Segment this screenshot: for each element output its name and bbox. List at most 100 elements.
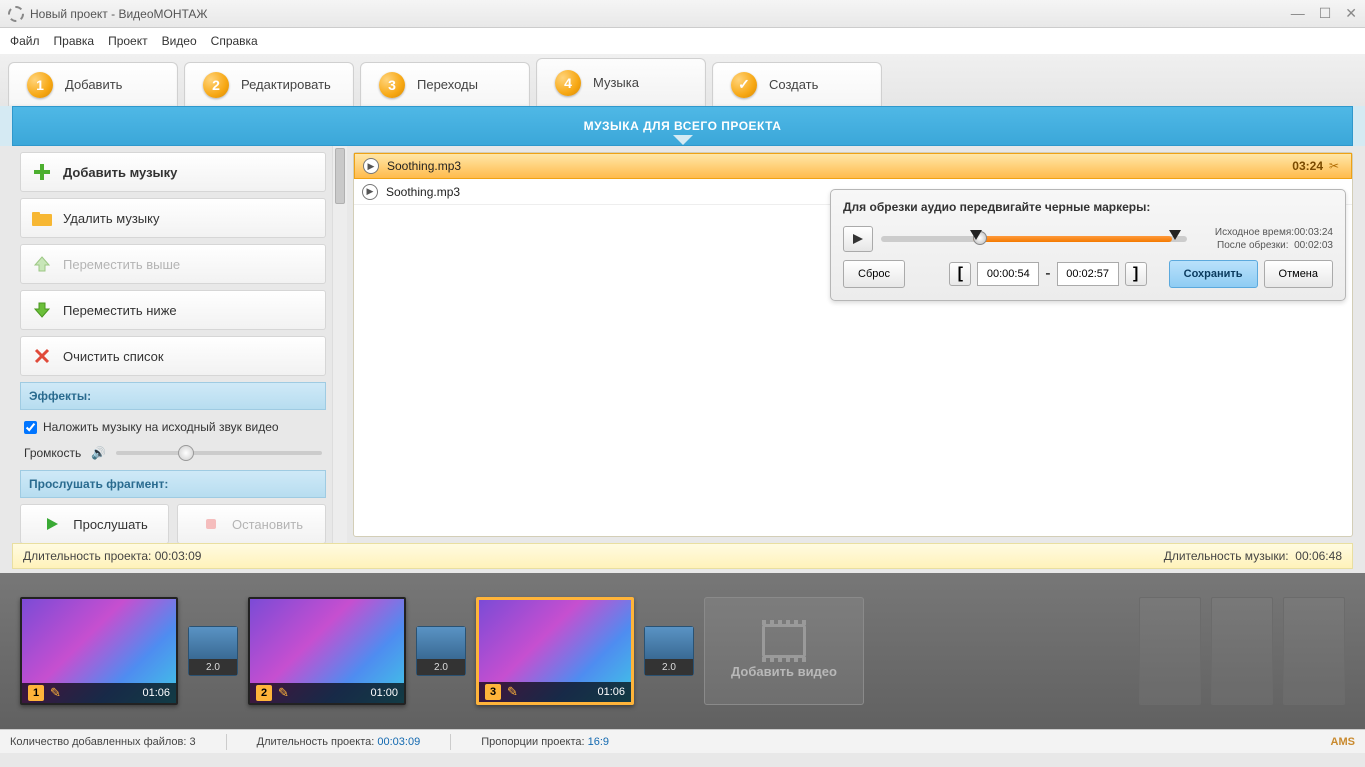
tab-label: Добавить bbox=[65, 77, 122, 92]
tab-label: Переходы bbox=[417, 77, 478, 92]
trim-play-button[interactable] bbox=[843, 226, 873, 252]
stop-icon bbox=[200, 513, 222, 535]
track-duration: 03:24 bbox=[1292, 159, 1323, 173]
section-banner: МУЗЫКА ДЛЯ ВСЕГО ПРОЕКТА bbox=[12, 106, 1353, 146]
effects-header: Эффекты: bbox=[20, 382, 326, 410]
play-track-icon[interactable]: ▶ bbox=[362, 184, 378, 200]
volume-row: Громкость 🔊 bbox=[20, 442, 326, 470]
step-badge: 1 bbox=[27, 72, 53, 98]
close-button[interactable]: ✕ bbox=[1345, 5, 1357, 22]
button-label: Прослушать bbox=[73, 517, 148, 532]
button-label: Удалить музыку bbox=[63, 211, 159, 226]
folder-icon bbox=[31, 207, 53, 229]
trim-marker-start[interactable] bbox=[970, 230, 982, 240]
plus-icon bbox=[31, 161, 53, 183]
trim-marker-end[interactable] bbox=[1169, 230, 1181, 240]
menu-edit[interactable]: Правка bbox=[54, 34, 95, 48]
button-label: Переместить ниже bbox=[63, 303, 177, 318]
tab-transitions[interactable]: 3 Переходы bbox=[360, 62, 530, 106]
dash: - bbox=[1045, 265, 1050, 283]
timeline-transition[interactable]: 2.0 bbox=[188, 626, 238, 676]
minimize-button[interactable]: — bbox=[1291, 5, 1305, 22]
pencil-icon: ✎ bbox=[507, 684, 518, 700]
add-video-button[interactable]: Добавить видео bbox=[704, 597, 864, 705]
menu-project[interactable]: Проект bbox=[108, 34, 148, 48]
step-badge: 2 bbox=[203, 72, 229, 98]
button-label: Очистить список bbox=[63, 349, 164, 364]
track-row[interactable]: ▶ Soothing.mp3 03:24 ✂ bbox=[354, 153, 1352, 179]
arrow-up-icon bbox=[31, 253, 53, 275]
trim-cancel-button[interactable]: Отмена bbox=[1264, 260, 1333, 288]
step-tabs: 1 Добавить 2 Редактировать 3 Переходы 4 … bbox=[0, 54, 1365, 106]
step-badge: 3 bbox=[379, 72, 405, 98]
timeline-transition[interactable]: 2.0 bbox=[416, 626, 466, 676]
tab-add[interactable]: 1 Добавить bbox=[8, 62, 178, 106]
sidebar: Добавить музыку Удалить музыку Перемести… bbox=[12, 146, 347, 543]
menu-video[interactable]: Видео bbox=[162, 34, 197, 48]
bracket-right-icon[interactable]: ] bbox=[1125, 262, 1147, 286]
play-track-icon[interactable]: ▶ bbox=[363, 158, 379, 174]
add-video-label: Добавить видео bbox=[731, 664, 837, 679]
duration-status-bar: Длительность проекта: 00:03:09 Длительно… bbox=[12, 543, 1353, 569]
move-down-button[interactable]: Переместить ниже bbox=[20, 290, 326, 330]
timeline-clip[interactable]: 3✎01:06 bbox=[476, 597, 634, 705]
track-name: Soothing.mp3 bbox=[387, 159, 1292, 173]
timeline: 1✎01:06 2.0 2✎01:00 2.0 3✎01:06 2.0 Доба… bbox=[0, 573, 1365, 729]
menu-bar: Файл Правка Проект Видео Справка bbox=[0, 28, 1365, 54]
move-up-button[interactable]: Переместить выше bbox=[20, 244, 326, 284]
sidebar-scrollbar[interactable] bbox=[332, 146, 347, 543]
tab-music[interactable]: 4 Музыка bbox=[536, 58, 706, 106]
timeline-clip[interactable]: 2✎01:00 bbox=[248, 597, 406, 705]
timeline-placeholder bbox=[1139, 597, 1201, 705]
menu-help[interactable]: Справка bbox=[211, 34, 258, 48]
timeline-clip[interactable]: 1✎01:06 bbox=[20, 597, 178, 705]
step-badge: 4 bbox=[555, 70, 581, 96]
x-icon bbox=[31, 345, 53, 367]
overlay-label: Наложить музыку на исходный звук видео bbox=[43, 420, 279, 434]
arrow-down-icon bbox=[31, 299, 53, 321]
trim-popup: Для обрезки аудио передвигайте черные ма… bbox=[830, 189, 1346, 301]
trim-hint: Для обрезки аудио передвигайте черные ма… bbox=[843, 200, 1333, 214]
volume-slider[interactable] bbox=[116, 451, 322, 455]
menu-file[interactable]: Файл bbox=[10, 34, 40, 48]
trim-from-input[interactable] bbox=[977, 262, 1039, 286]
vendor-logo: AMS bbox=[1331, 736, 1355, 748]
overlay-checkbox[interactable] bbox=[24, 421, 37, 434]
tab-label: Создать bbox=[769, 77, 818, 92]
project-duration-value: 00:03:09 bbox=[155, 549, 202, 563]
trim-to-input[interactable] bbox=[1057, 262, 1119, 286]
remove-music-button[interactable]: Удалить музыку bbox=[20, 198, 326, 238]
trim-range-slider[interactable] bbox=[881, 236, 1187, 242]
pencil-icon: ✎ bbox=[278, 685, 289, 701]
bracket-left-icon[interactable]: [ bbox=[949, 262, 971, 286]
overlay-checkbox-row: Наложить музыку на исходный звук видео bbox=[20, 416, 326, 442]
check-badge bbox=[731, 72, 757, 98]
clear-list-button[interactable]: Очистить список bbox=[20, 336, 326, 376]
preview-header: Прослушать фрагмент: bbox=[20, 470, 326, 498]
main-area: Добавить музыку Удалить музыку Перемести… bbox=[12, 146, 1353, 543]
music-duration-label: Длительность музыки: bbox=[1164, 549, 1289, 563]
track-list-panel: ▶ Soothing.mp3 03:24 ✂ ▶ Soothing.mp3 Дл… bbox=[353, 152, 1353, 537]
add-music-button[interactable]: Добавить музыку bbox=[20, 152, 326, 192]
clip-duration: 01:06 bbox=[597, 686, 625, 698]
stop-preview-button[interactable]: Остановить bbox=[177, 504, 326, 543]
button-label: Остановить bbox=[232, 517, 303, 532]
tab-label: Музыка bbox=[593, 75, 639, 90]
play-preview-button[interactable]: Прослушать bbox=[20, 504, 169, 543]
maximize-button[interactable]: ☐ bbox=[1319, 5, 1332, 22]
status-footer: Количество добавленных файлов: 3 Длитель… bbox=[0, 729, 1365, 753]
scissors-icon[interactable]: ✂ bbox=[1329, 159, 1343, 173]
pencil-icon: ✎ bbox=[50, 685, 61, 701]
timeline-transition[interactable]: 2.0 bbox=[644, 626, 694, 676]
volume-label: Громкость bbox=[24, 446, 81, 460]
trim-reset-button[interactable]: Сброс bbox=[843, 260, 905, 288]
music-duration-value: 00:06:48 bbox=[1295, 549, 1342, 563]
trim-save-button[interactable]: Сохранить bbox=[1169, 260, 1258, 288]
timeline-placeholder bbox=[1283, 597, 1345, 705]
tab-create[interactable]: Создать bbox=[712, 62, 882, 106]
title-bar: Новый проект - ВидеоМОНТАЖ — ☐ ✕ bbox=[0, 0, 1365, 28]
tab-edit[interactable]: 2 Редактировать bbox=[184, 62, 354, 106]
play-icon bbox=[41, 513, 63, 535]
trim-meta: Исходное время:00:03:24 После обрезки: 0… bbox=[1195, 226, 1333, 252]
speaker-icon: 🔊 bbox=[91, 446, 106, 460]
